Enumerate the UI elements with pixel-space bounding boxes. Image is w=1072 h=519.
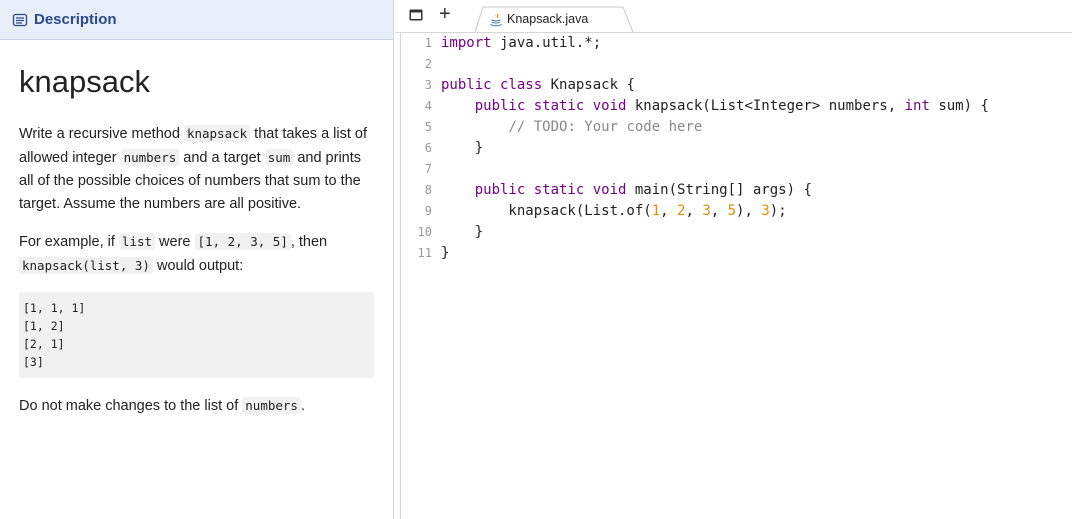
code-content: } [441,138,483,159]
code-line[interactable]: 9 knapsack(List.of(1, 2, 3, 5), 3); [401,201,1072,222]
description-header-label: Description [34,11,117,28]
code-token: public static void [474,98,627,114]
code-token: sum) { [929,98,989,114]
code-token: public static void [474,182,627,198]
output-line: [3] [23,355,44,369]
line-number: 11 [417,246,432,260]
description-panel: Description knapsack Write a recursive m… [0,0,394,519]
code-token: knapsack(List<Integer> numbers, [626,98,905,114]
code-line[interactable]: 11} [401,243,1072,264]
code-token: import [441,35,492,51]
code-line[interactable]: 10 } [401,222,1072,243]
code-token: 3 [761,203,770,219]
code-token: ); [769,203,787,219]
output-line: [2, 1] [23,337,65,351]
code-token: // TODO: Your code here [508,119,703,135]
code-content: } [441,222,483,243]
editor-tab-bar: + Knapsack.java [395,0,1072,33]
code-editor[interactable]: 1 import java.util.*; 2 3 public class Knaps… [400,33,1072,519]
code-line[interactable]: 3 public class Knapsack { [401,75,1072,96]
line-number: 3 [424,78,432,92]
problem-paragraph-3: Do not make changes to the list of numbe… [19,397,305,414]
java-icon [489,11,503,27]
code-token: , [660,203,678,219]
code-content: } [441,243,449,264]
output-line: [1, 1, 1] [23,301,86,315]
description-body: knapsack Write a recursive method knapsa… [0,64,393,418]
editor-panel: + Knapsack.java 1 import java.util.*; 2 3 pu… [395,0,1072,519]
code-content: public static void knapsack(List<Integer… [441,96,989,117]
line-number: 10 [417,225,432,239]
code-content: import java.util.*; [441,33,601,54]
code-line[interactable]: 8 public static void main(String[] args)… [401,180,1072,201]
line-number: 6 [424,141,432,155]
inline-code: sum [264,149,294,166]
add-tab-button[interactable]: + [439,3,451,26]
code-token: int [904,98,930,114]
line-number: 4 [424,99,432,113]
code-token: , [710,203,728,219]
code-content: knapsack(List.of(1, 2, 3, 5), 3); [441,201,787,222]
line-number: 9 [424,204,432,218]
code-line[interactable]: 2 [401,54,1072,75]
line-number: 2 [424,57,432,71]
inline-code: [1, 2, 3, 5] [194,233,291,250]
code-token: } [441,140,484,156]
line-number: 8 [424,183,432,197]
code-token: public class [441,77,543,93]
code-token: } [441,224,484,240]
code-token: 3 [702,203,711,219]
code-content: // TODO: Your code here [441,117,702,138]
code-token: main(String[] args) { [626,182,812,198]
example-output-block: [1, 1, 1] [1, 2] [2, 1] [3] [19,292,374,378]
code-line[interactable]: 5 // TODO: Your code here [401,117,1072,138]
code-content: public class Knapsack { [441,75,635,96]
problem-title: knapsack [19,64,150,99]
description-icon [12,12,28,28]
code-token: java.util.*; [491,35,602,51]
code-token: 1 [651,203,661,219]
code-line[interactable]: 4 public static void knapsack(List<Integ… [401,96,1072,117]
inline-code: knapsack(list, 3) [19,257,153,274]
problem-paragraph-2: For example, if list were [1, 2, 3, 5], … [19,233,328,274]
file-tab-label: Knapsack.java [507,12,589,26]
line-number: 1 [424,36,432,50]
inline-code: list [118,233,156,250]
code-line[interactable]: 7 [401,159,1072,180]
inline-code: numbers [242,397,301,414]
problem-paragraph-1: Write a recursive method knapsack that t… [19,125,368,212]
code-line[interactable]: 1 import java.util.*; [401,33,1072,54]
line-number: 5 [424,120,432,134]
output-line: [1, 2] [23,319,65,333]
code-token: knapsack(List.of( [441,203,652,219]
code-token: , [685,203,703,219]
terminal-icon[interactable] [409,8,423,21]
code-token: } [441,245,450,261]
inline-code: numbers [120,149,180,166]
file-tab-knapsack-java[interactable]: Knapsack.java [475,6,635,33]
code-token: ), [736,203,762,219]
line-number: 7 [424,162,432,176]
description-header[interactable]: Description [0,0,393,40]
code-token: 5 [727,203,737,219]
code-token: Knapsack { [542,77,635,93]
inline-code: knapsack [183,125,251,142]
code-content: public static void main(String[] args) { [441,180,812,201]
code-line[interactable]: 6 } [401,138,1072,159]
